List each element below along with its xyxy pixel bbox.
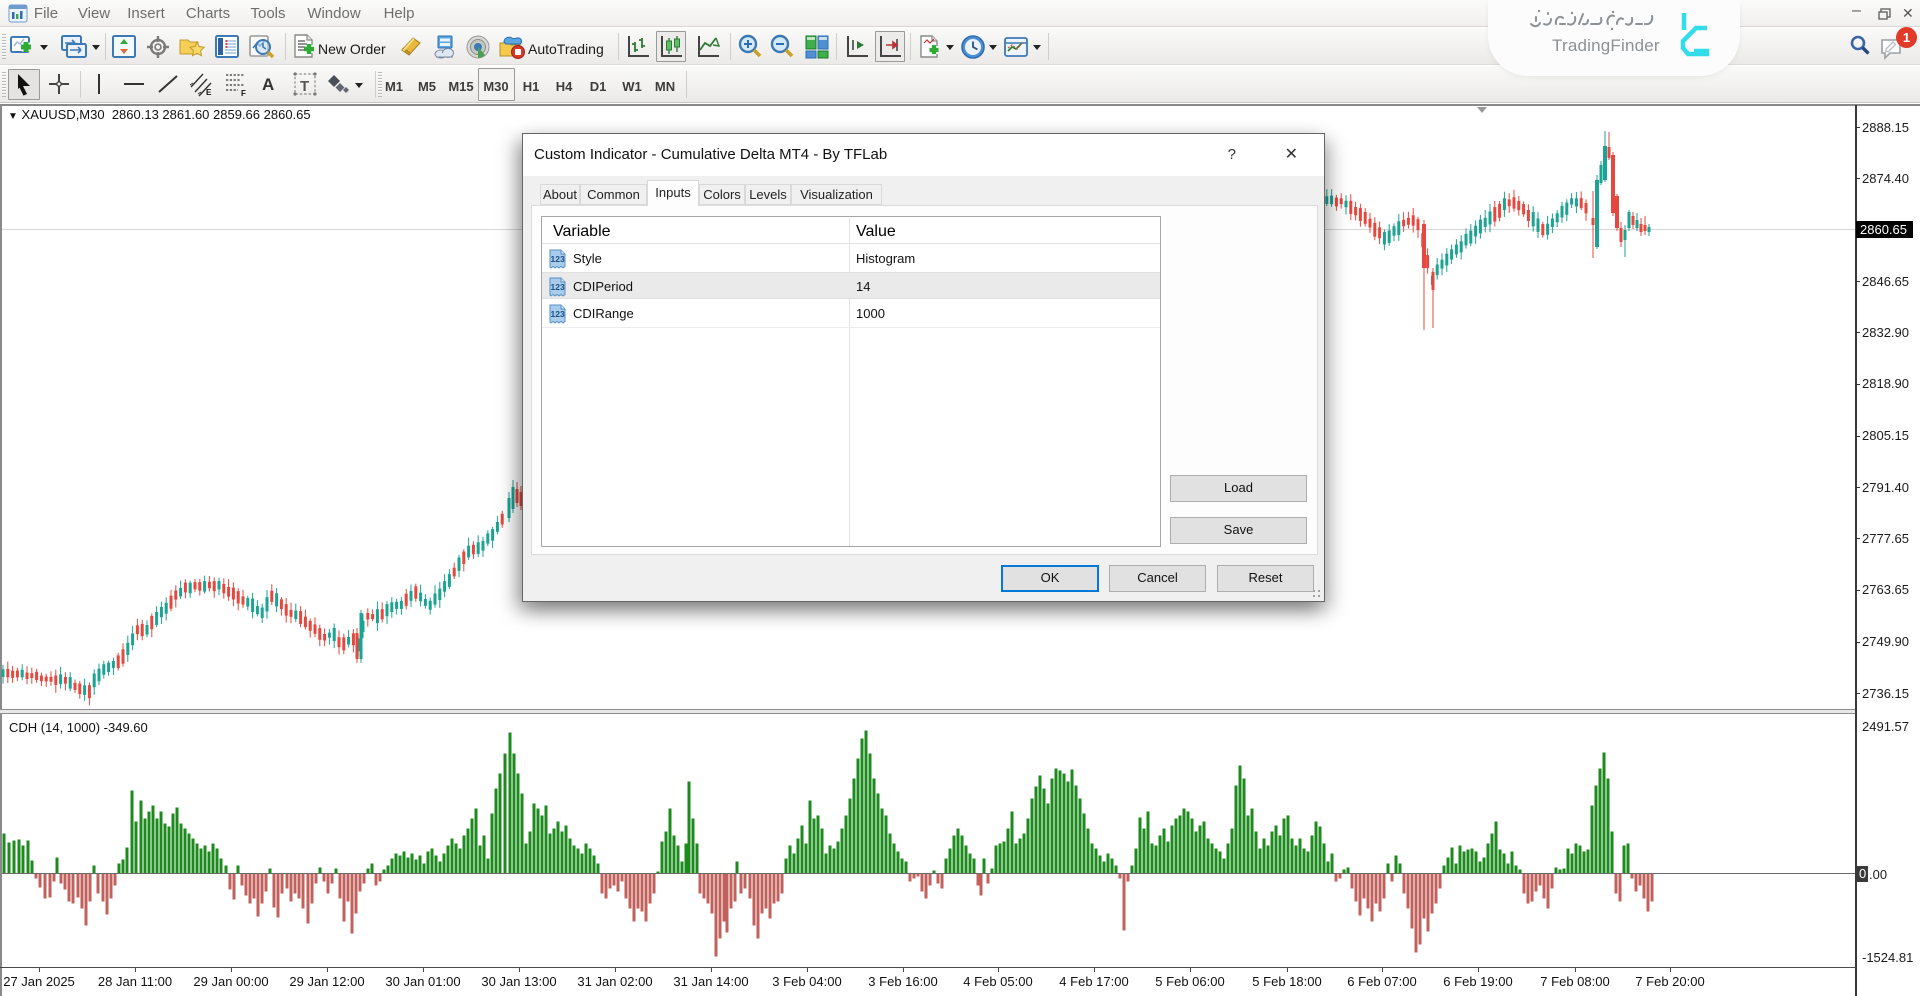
- svg-text:123: 123: [551, 309, 565, 319]
- svg-text:T: T: [300, 78, 309, 95]
- svg-text:123: 123: [551, 282, 565, 292]
- svg-text:E: E: [206, 88, 212, 97]
- svg-text:F: F: [241, 89, 246, 97]
- svg-text:123: 123: [551, 254, 565, 264]
